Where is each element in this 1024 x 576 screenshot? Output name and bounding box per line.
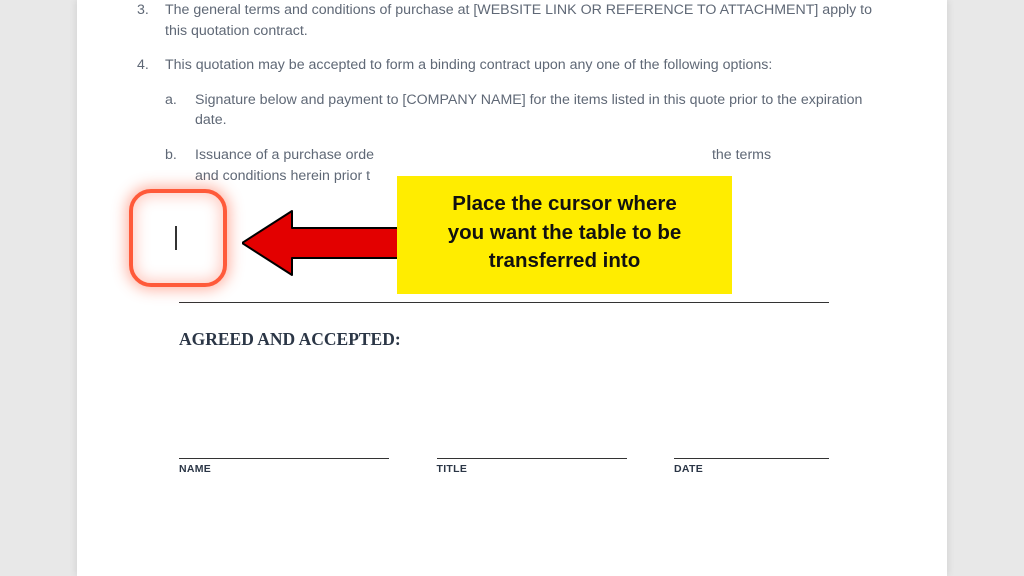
signature-name-field[interactable]: NAME: [179, 458, 389, 475]
signature-row: NAME TITLE DATE: [179, 458, 829, 475]
list-item-4-text: This quotation may be accepted to form a…: [165, 57, 772, 73]
list-item-4: This quotation may be accepted to form a…: [165, 55, 887, 186]
agreed-heading: AGREED AND ACCEPTED:: [179, 329, 887, 350]
callout-line-1: Place the cursor where: [452, 192, 676, 215]
document-body: The general terms and conditions of purc…: [137, 0, 887, 186]
text-cursor-icon: [175, 226, 177, 250]
sub-item-a-text: Signature below and payment to [COMPANY …: [195, 92, 862, 129]
signature-line: [674, 458, 829, 459]
arrow-icon: [242, 208, 402, 278]
signature-date-field[interactable]: DATE: [674, 458, 829, 475]
signature-title-field[interactable]: TITLE: [437, 458, 627, 475]
sub-item-b-left: Issuance of a purchase orde: [195, 147, 374, 163]
instruction-callout: Place the cursor where you want the tabl…: [397, 176, 732, 294]
document-page[interactable]: The general terms and conditions of purc…: [77, 0, 947, 576]
list-item-3-text: The general terms and conditions of purc…: [165, 2, 872, 39]
list-item-3: The general terms and conditions of purc…: [165, 0, 887, 41]
signature-line: [437, 458, 627, 459]
name-label: NAME: [179, 463, 389, 475]
title-label: TITLE: [437, 463, 627, 475]
section-divider: [179, 302, 829, 303]
sub-item-b-right: the terms: [712, 147, 771, 163]
signature-line: [179, 458, 389, 459]
sub-item-a: Signature below and payment to [COMPANY …: [195, 90, 887, 131]
date-label: DATE: [674, 463, 829, 475]
callout-line-3: transferred into: [489, 249, 641, 272]
callout-line-2: you want the table to be: [448, 221, 682, 244]
sub-item-b-line2: and conditions herein prior t: [195, 168, 370, 184]
cursor-highlight-box: [129, 189, 227, 287]
